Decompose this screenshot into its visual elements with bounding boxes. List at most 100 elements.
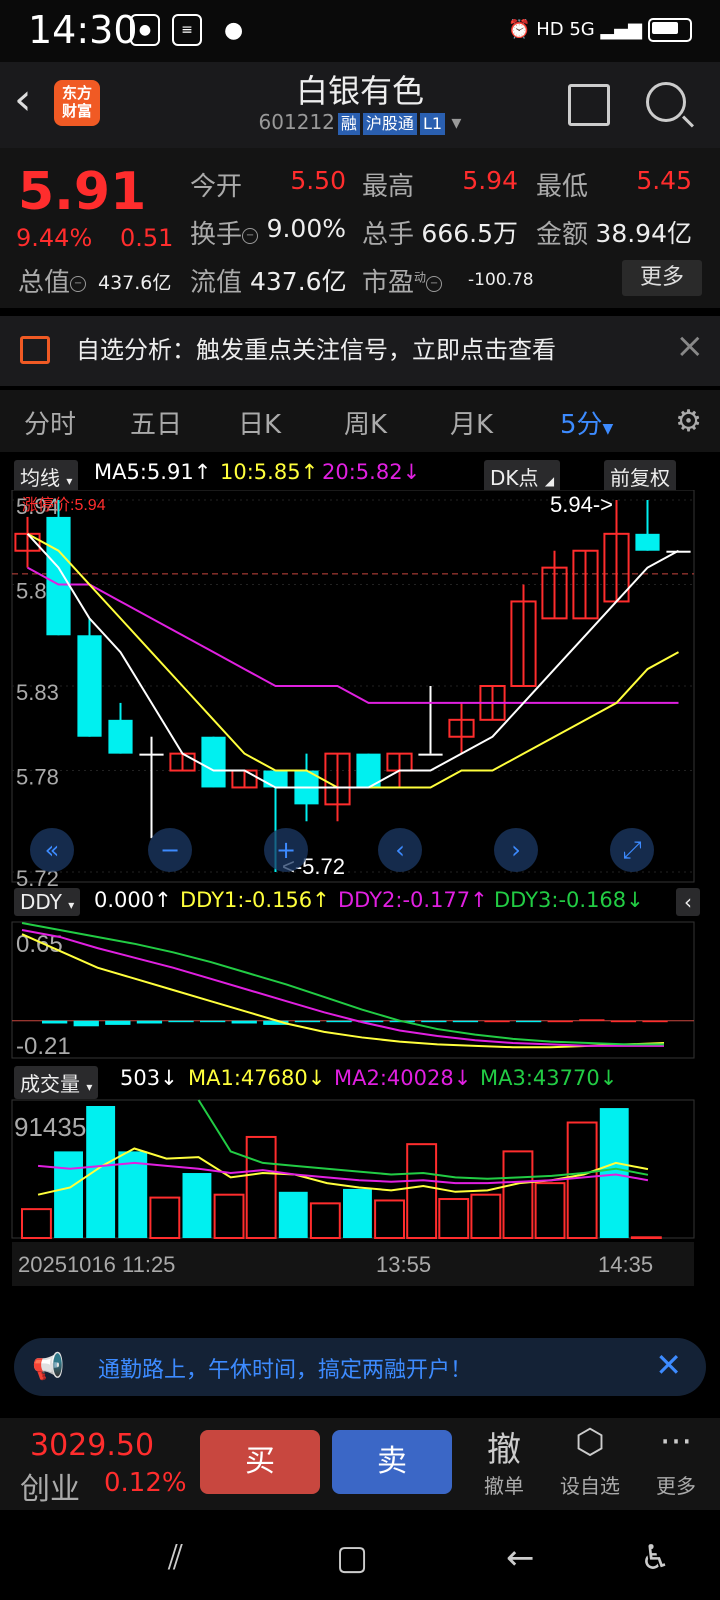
close-icon[interactable]: × (676, 326, 705, 366)
volume-legend: 成交量 ▾ 503↓ MA1:47680↓ MA2:40028↓ MA3:437… (0, 1066, 720, 1099)
ddy-selector[interactable]: DDY ▾ (14, 888, 81, 916)
candle-body (418, 753, 443, 756)
ddy-bar (484, 1020, 510, 1023)
amount-label: 金额 (536, 220, 589, 250)
buy-button[interactable]: 买 (200, 1430, 320, 1494)
more-label[interactable]: 更多 (636, 1470, 716, 1499)
sell-button[interactable]: 卖 (332, 1430, 452, 1494)
stock-code: 601212 (258, 110, 335, 134)
info-icon: − (242, 227, 259, 244)
adjust-button[interactable]: 前复权 (604, 460, 676, 493)
ddy-legend: DDY ▾ 0.000↑ DDY1:-0.156↑ DDY2:-0.177↑ D… (0, 888, 720, 920)
ddy-bar (73, 1020, 99, 1027)
megaphone-icon: 📢 (32, 1352, 65, 1382)
gear-icon[interactable]: ⚙ (675, 404, 702, 439)
tag-l1: L1 (419, 113, 446, 135)
promo-text: 通勤路上，午休时间，搞定两融开户！ (98, 1358, 473, 1383)
tab-intraday[interactable]: 分时 (24, 404, 76, 441)
note-icon: ≡ (172, 14, 202, 46)
candle-body (201, 736, 226, 788)
candlestick-chart: 5.945.895.835.785.72涨停价:5.94 5.94-><-5.72… (11, 490, 695, 891)
ddy-bar (136, 1020, 163, 1024)
promo-banner[interactable]: 📢 通勤路上，午休时间，搞定两融开户！ ✕ (14, 1338, 706, 1396)
volume-label: 总手 (362, 220, 415, 250)
caret-down-icon: ▾ (66, 474, 73, 488)
tab-daily-k[interactable]: 日K (238, 404, 281, 441)
ddy2-label: DDY2:-0.177↑ (338, 888, 488, 912)
recent-apps-icon[interactable]: ⫽ (168, 1538, 183, 1578)
ddy-bar (200, 1020, 226, 1023)
dk-point-button[interactable]: DK点 ◢ (484, 460, 561, 493)
amount-value: 38.94亿 (595, 219, 692, 248)
quote-panel: 5.91 9.44% 0.51 今开 5.50 最高 5.94 最低 5.45 … (0, 148, 720, 308)
high-label: 最高 (362, 172, 415, 202)
more-icon[interactable]: ··· (636, 1422, 716, 1462)
tab-monthly-k[interactable]: 月K (450, 404, 493, 441)
close-icon[interactable]: ✕ (655, 1346, 682, 1384)
mktcap-label: 总值 − (18, 262, 87, 299)
baidu-icon: ● (130, 14, 160, 46)
index-percent[interactable]: 0.12% (104, 1468, 187, 1498)
index-value[interactable]: 3029.50 (30, 1428, 154, 1463)
low-value: 5.45 (636, 166, 692, 195)
tab-five-day[interactable]: 五日 (130, 404, 182, 441)
ddy-bar (42, 1020, 68, 1024)
vol-ma1-label: MA1:47680↓ (188, 1066, 326, 1090)
fullscreen-icon-glyph: ⤢ (622, 836, 641, 864)
ddy-bar (452, 1020, 479, 1023)
candle-body (139, 753, 164, 756)
stock-header: 白银有色 601212 融沪股通 L1 ▾ ‹ 东方 财富 (0, 62, 720, 148)
ddy-bar (421, 1020, 447, 1023)
cancel-order-icon[interactable]: 撤 (464, 1422, 544, 1471)
clock: 14:30 (28, 8, 138, 52)
system-nav-bar: ⫽ ▢ ← ♿ (0, 1510, 720, 1600)
pe-value: -100.78 (468, 270, 534, 290)
x-tick-label: 13:55 (376, 1252, 431, 1277)
turnover-label: 换手 − (190, 214, 259, 251)
volume-bar (86, 1106, 116, 1238)
high-value: 5.94 (462, 166, 518, 195)
volume-bar (343, 1188, 372, 1238)
vol-ma3-label: MA3:43770↓ (480, 1066, 618, 1090)
add-favorite-label[interactable]: 设自选 (550, 1470, 630, 1499)
banner-text: 自选分析：触发重点关注信号，立即点击查看 (76, 336, 556, 364)
tab-weekly-k[interactable]: 周K (344, 404, 387, 441)
scroll-right-icon-glyph: › (511, 836, 521, 864)
cancel-order-label[interactable]: 撤单 (464, 1470, 544, 1499)
back-nav-icon[interactable]: ← (506, 1538, 535, 1578)
more-button[interactable]: 更多 (622, 260, 702, 296)
app-logo: 东方 财富 (54, 80, 100, 126)
plot-area (11, 921, 695, 1059)
search-icon[interactable] (646, 82, 686, 122)
add-favorite-icon[interactable]: ⬡ (550, 1422, 630, 1462)
home-icon[interactable]: ▢ (336, 1538, 368, 1578)
collapse-icon[interactable]: ‹ (676, 888, 700, 916)
speaker-icon (20, 336, 50, 364)
alert-banner[interactable]: 自选分析：触发重点关注信号，立即点击查看 × (0, 316, 720, 386)
stock-name: 白银有色 (295, 72, 424, 110)
limit-up-label: 涨停价:5.94 (22, 496, 106, 514)
stock-code-line[interactable]: 601212 融沪股通 L1 ▾ (0, 110, 720, 135)
ddy-bar (579, 1019, 605, 1021)
battery-icon (648, 18, 692, 42)
candle-body (46, 516, 71, 636)
scroll-left-icon-glyph: ‹ (395, 836, 405, 864)
accessibility-icon[interactable]: ♿ (640, 1538, 670, 1578)
index-name[interactable]: 创业 (20, 1464, 80, 1508)
share-icon[interactable] (568, 84, 610, 126)
volume-selector[interactable]: 成交量 ▾ (14, 1066, 99, 1099)
status-right: ⏰ HD 5G ▂▄▆ (508, 18, 692, 42)
tab-5min[interactable]: 5分▼ (560, 404, 613, 441)
ma-selector[interactable]: 均线 ▾ (14, 460, 79, 493)
info-icon: − (70, 275, 87, 292)
zoom-in-icon-glyph: + (276, 836, 296, 864)
info-icon: − (426, 275, 443, 292)
open-value: 5.50 (290, 166, 346, 195)
back-icon[interactable]: ‹ (14, 74, 32, 125)
ma5-label: MA5:5.91↑ (94, 460, 212, 484)
volume-value: 666.5万 (421, 219, 518, 248)
ddy-bar (516, 1020, 542, 1023)
ddy-value: 0.000↑ (94, 888, 172, 912)
candle-body (108, 719, 133, 754)
ddy-bar (610, 1020, 637, 1023)
